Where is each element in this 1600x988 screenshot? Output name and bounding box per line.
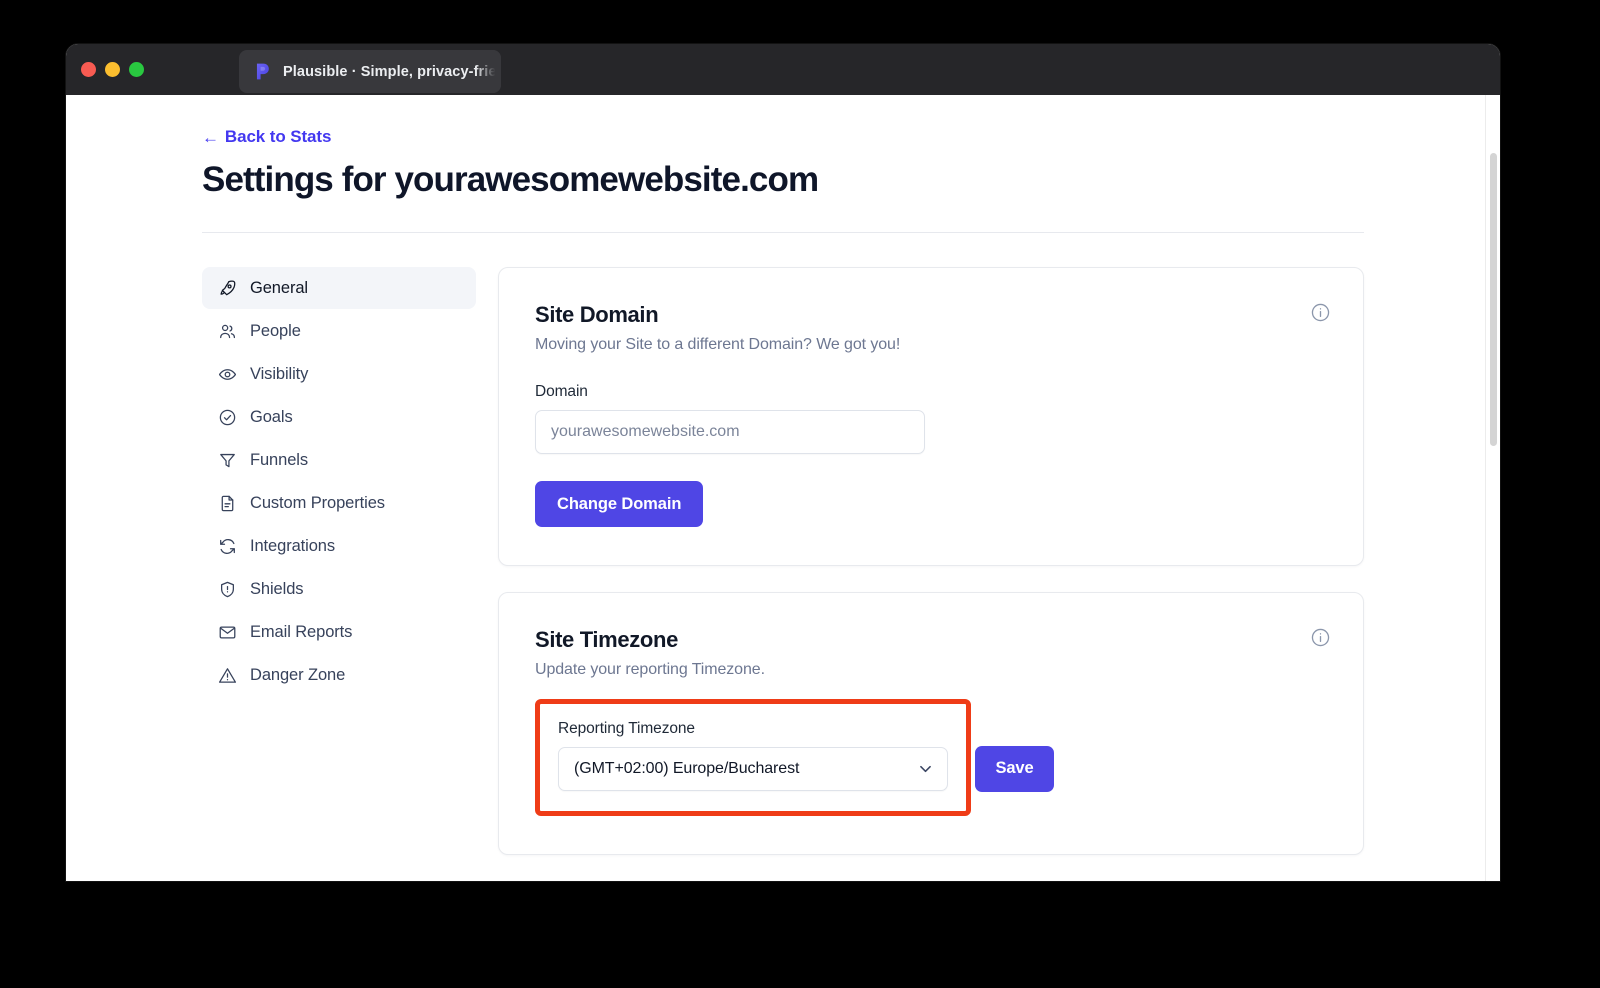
page-viewport: ← Back to Stats Settings for yourawesome… (66, 95, 1500, 881)
sidebar-item-label: Visibility (250, 364, 309, 383)
timezone-field-label: Reporting Timezone (558, 720, 695, 738)
domain-field-block: Domain (535, 383, 1327, 455)
warning-triangle-icon (218, 667, 237, 683)
people-icon (220, 324, 236, 338)
card-title: Site Timezone (535, 627, 678, 653)
sidebar-item-label: Shields (250, 579, 304, 598)
info-circle-icon[interactable] (1310, 302, 1331, 323)
save-timezone-button[interactable]: Save (975, 745, 1054, 792)
sidebar-item-label: Custom Properties (250, 493, 385, 512)
site-timezone-card: Site Timezone Update your reporting Time… (498, 592, 1364, 856)
browser-tab-title: Plausible · Simple, privacy-frien (283, 63, 501, 80)
card-subtitle: Update your reporting Timezone. (535, 661, 765, 679)
page-scrollbar-thumb[interactable] (1490, 153, 1497, 446)
sidebar-item-shields[interactable]: Shields (202, 568, 476, 610)
info-circle-icon[interactable] (1310, 627, 1331, 648)
browser-tab-strip: Plausible · Simple, privacy-frien (239, 44, 501, 95)
sidebar-item-danger-zone[interactable]: Danger Zone (202, 654, 476, 696)
envelope-icon (219, 626, 236, 639)
funnel-icon (220, 453, 235, 467)
browser-tab[interactable]: Plausible · Simple, privacy-frien (239, 50, 501, 93)
window-controls (66, 62, 239, 77)
sidebar-item-email-reports[interactable]: Email Reports (202, 611, 476, 653)
timezone-select[interactable]: (GMT+02:00) Europe/Bucharest (558, 747, 948, 792)
plausible-logo-icon (256, 63, 269, 80)
sidebar-item-people[interactable]: People (202, 310, 476, 352)
back-arrow-icon: ← (202, 127, 219, 147)
settings-page: ← Back to Stats Settings for yourawesome… (66, 95, 1500, 881)
sidebar-item-general[interactable]: General (202, 267, 476, 310)
sync-icon (220, 538, 235, 554)
sidebar-item-integrations[interactable]: Integrations (202, 525, 476, 567)
domain-input[interactable] (535, 410, 925, 455)
page-title: Settings for yourawesomewebsite.com (202, 159, 819, 199)
header-divider (202, 232, 1364, 234)
sidebar-item-label: Integrations (250, 536, 336, 555)
card-subtitle: Moving your Site to a different Domain? … (535, 336, 901, 354)
settings-content: Site Domain Moving your Site to a differ… (498, 267, 1364, 881)
browser-title-bar: Plausible · Simple, privacy-frien (66, 44, 1500, 95)
card-title: Site Domain (535, 302, 659, 328)
timezone-select-value: (GMT+02:00) Europe/Bucharest (574, 760, 800, 778)
rocket-icon (220, 280, 236, 295)
timezone-highlight-annotation: Reporting Timezone (GMT+02:00) Europe/Bu… (535, 699, 971, 817)
page-scrollbar-track[interactable] (1485, 95, 1500, 881)
close-window-button[interactable] (81, 62, 96, 77)
change-domain-button[interactable]: Change Domain (535, 481, 704, 528)
back-to-stats-link[interactable]: ← Back to Stats (202, 127, 331, 147)
domain-field-label: Domain (535, 383, 588, 401)
document-icon (221, 495, 234, 511)
site-domain-card: Site Domain Moving your Site to a differ… (498, 267, 1364, 567)
sidebar-item-label: Email Reports (250, 622, 353, 641)
check-circle-icon (219, 409, 236, 425)
back-to-stats-label: Back to Stats (224, 127, 332, 146)
sidebar-item-label: Danger Zone (250, 665, 346, 684)
settings-sidebar: General People Visibility Goals Funnels … (202, 267, 476, 696)
eye-icon (218, 368, 237, 380)
sidebar-item-custom-properties[interactable]: Custom Properties (202, 482, 476, 524)
maximize-window-button[interactable] (129, 62, 144, 77)
sidebar-item-label: Funnels (250, 450, 309, 469)
minimize-window-button[interactable] (105, 62, 120, 77)
sidebar-item-goals[interactable]: Goals (202, 396, 476, 438)
browser-window: Plausible · Simple, privacy-frien ← Back… (66, 44, 1500, 881)
shield-alert-icon (221, 581, 234, 597)
sidebar-item-label: People (250, 321, 301, 340)
sidebar-item-visibility[interactable]: Visibility (202, 353, 476, 395)
timezone-select-wrapper: (GMT+02:00) Europe/Bucharest (558, 747, 948, 792)
sidebar-item-label: Goals (250, 407, 293, 426)
sidebar-item-label: General (250, 278, 309, 297)
sidebar-item-funnels[interactable]: Funnels (202, 439, 476, 481)
